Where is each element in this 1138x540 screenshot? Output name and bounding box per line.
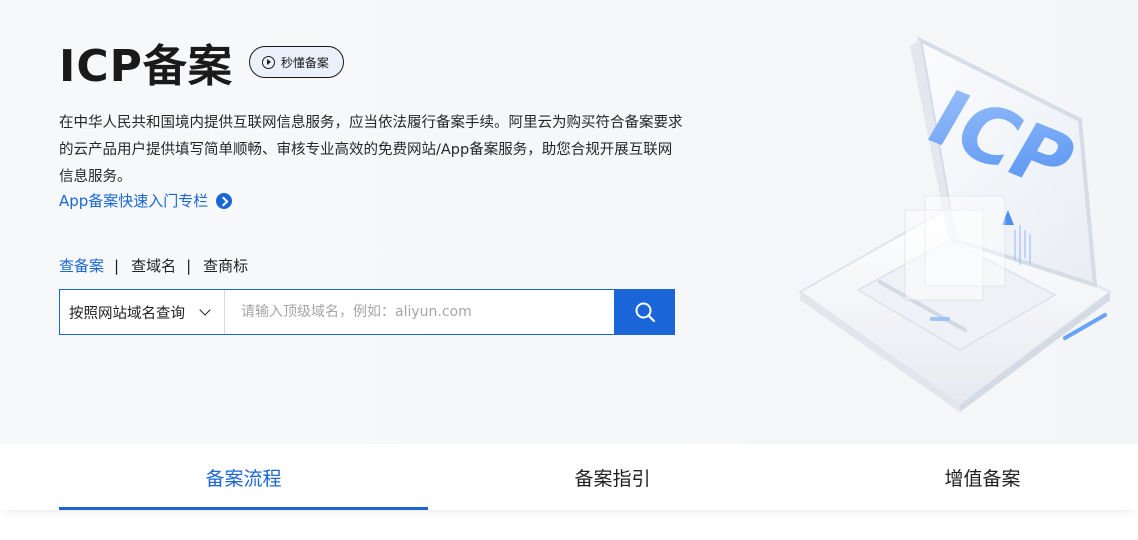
arrow-right-circle-icon bbox=[216, 192, 233, 209]
search-type-tabs: 查备案 | 查域名 | 查商标 bbox=[59, 255, 248, 276]
tab-filing-guide[interactable]: 备案指引 bbox=[428, 444, 797, 510]
search-mode-select[interactable]: 按照网站域名查询 bbox=[60, 290, 225, 334]
search-input[interactable] bbox=[225, 290, 614, 334]
icp-laptop-illustration: ICP bbox=[798, 36, 1112, 412]
app-guide-link-label: App备案快速入门专栏 bbox=[59, 192, 209, 210]
active-tab-underline bbox=[59, 507, 428, 510]
hero-banner: ICP备案 秒懂备案 在中华人民共和国境内提供互联网信息服务，应当依法履行备案手… bbox=[0, 0, 1138, 444]
page-title: ICP备案 bbox=[59, 41, 233, 92]
tab-filing-process[interactable]: 备案流程 bbox=[59, 444, 428, 510]
tab-check-trademark[interactable]: 查商标 bbox=[203, 255, 248, 276]
search-button[interactable] bbox=[614, 289, 675, 335]
play-circle-icon bbox=[261, 55, 275, 69]
tab-check-filing[interactable]: 查备案 bbox=[59, 255, 104, 276]
tab-check-domain[interactable]: 查域名 bbox=[131, 255, 176, 276]
video-intro-label: 秒懂备案 bbox=[280, 55, 329, 70]
search-bar: 按照网站域名查询 bbox=[59, 289, 675, 335]
app-guide-link[interactable]: App备案快速入门专栏 bbox=[59, 190, 233, 211]
hero-title-row: ICP备案 秒懂备案 bbox=[59, 30, 344, 94]
tab-separator: | bbox=[186, 256, 192, 275]
video-intro-button[interactable]: 秒懂备案 bbox=[248, 46, 344, 78]
chevron-down-icon bbox=[199, 304, 211, 316]
tab-separator: | bbox=[114, 256, 120, 275]
hero-description: 在中华人民共和国境内提供互联网信息服务，应当依法履行备案手续。阿里云为购买符合备… bbox=[59, 115, 683, 185]
section-tabs: 备案流程 备案指引 增值备案 bbox=[0, 444, 1138, 510]
tab-value-added-filing[interactable]: 增值备案 bbox=[798, 444, 1138, 510]
search-mode-value: 按照网站域名查询 bbox=[69, 305, 185, 322]
search-icon bbox=[635, 302, 655, 323]
